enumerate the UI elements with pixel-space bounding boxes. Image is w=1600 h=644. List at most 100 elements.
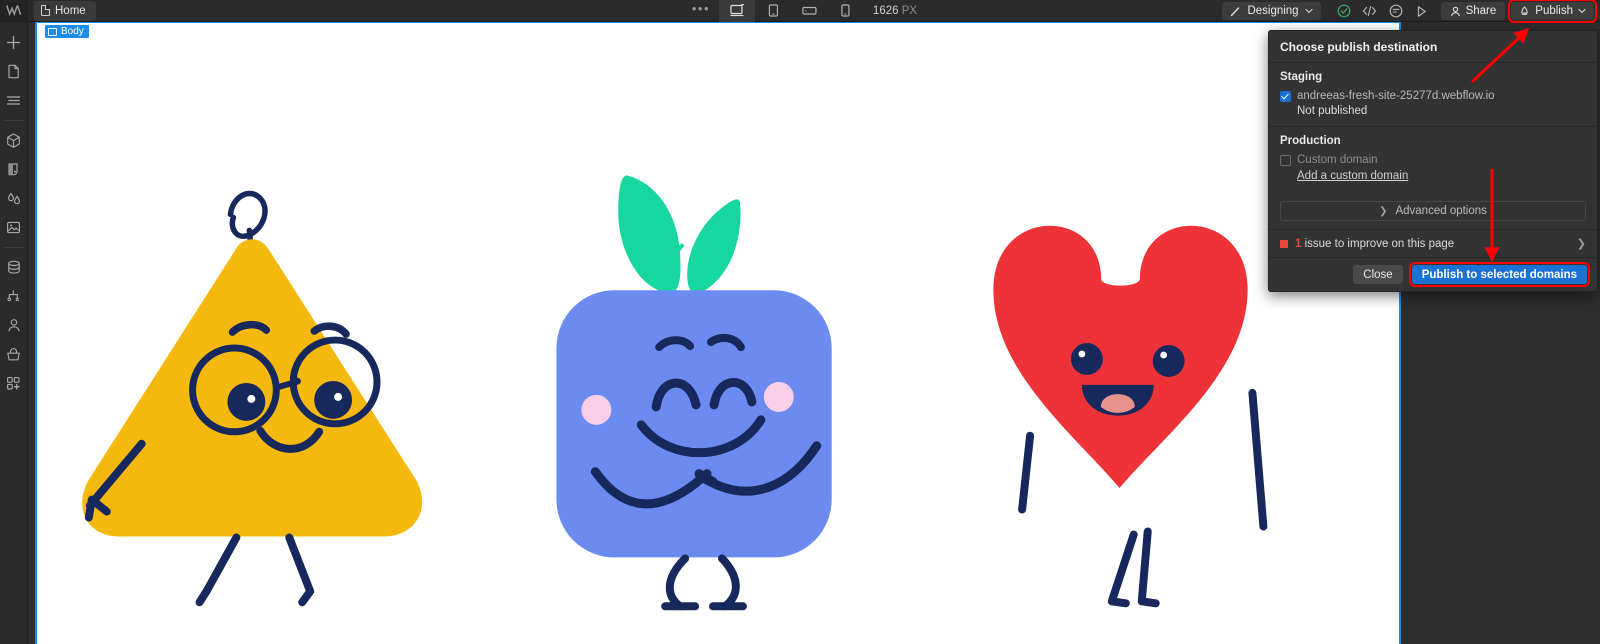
- right-leg: [1137, 527, 1160, 608]
- apps-button[interactable]: [0, 369, 28, 398]
- mode-label: Designing: [1247, 5, 1299, 17]
- preview-play-icon: [1417, 5, 1426, 17]
- publish-to-selected-domains-button[interactable]: Publish to selected domains: [1408, 262, 1591, 287]
- publish-button[interactable]: Publish: [1508, 0, 1597, 23]
- assets-button[interactable]: [0, 213, 28, 242]
- cms-button[interactable]: [0, 253, 28, 282]
- custom-domain-checkbox[interactable]: [1280, 155, 1291, 166]
- left-cheek: [581, 394, 612, 425]
- comment-icon: [1389, 4, 1402, 18]
- viewport-size-label: 1626 PX: [873, 5, 917, 17]
- left-arm: [1018, 431, 1035, 514]
- breakpoint-toolbar: ••• 1626 PX: [683, 0, 917, 22]
- right-cheek: [763, 381, 794, 412]
- style-manager-button[interactable]: [0, 155, 28, 184]
- advanced-options-button[interactable]: ❯ Advanced options: [1280, 201, 1586, 221]
- publish-label: Publish: [1535, 5, 1573, 17]
- right-eye-glint: [1160, 351, 1168, 359]
- webflow-designer-window: Home ••• 1626 PX Designing Share Publish…: [0, 0, 1600, 644]
- right-eye-glint: [334, 392, 343, 401]
- image-icon: [7, 221, 20, 234]
- logic-branch-icon: [7, 290, 19, 302]
- desktop-icon: [729, 4, 744, 17]
- production-section: Production Custom domain Add a custom do…: [1269, 126, 1597, 193]
- navigator-button[interactable]: [0, 86, 28, 115]
- publish-rocket-icon: [1521, 5, 1529, 15]
- layers-icon: [6, 96, 21, 105]
- ellipsis-icon: •••: [691, 1, 711, 16]
- left-eye-glint: [247, 394, 256, 403]
- share-button[interactable]: Share: [1440, 2, 1506, 20]
- selected-element-tag[interactable]: Body: [45, 25, 89, 38]
- illustration-canvas: [82, 175, 1268, 611]
- advanced-options-label: Advanced options: [1395, 205, 1487, 217]
- selected-element-label: Body: [61, 26, 84, 37]
- issue-indicator-icon: [1280, 239, 1288, 248]
- viewport-size-value: 1626: [872, 4, 899, 17]
- person-icon: [7, 319, 20, 332]
- left-sidebar-rail: [0, 22, 28, 644]
- right-arm: [1248, 388, 1268, 531]
- mobile-landscape-icon: [801, 6, 817, 15]
- chevron-right-icon: ❯: [1576, 238, 1586, 250]
- right-eye: [1152, 345, 1185, 377]
- check-circle-icon: [1337, 4, 1350, 18]
- tablet-breakpoint-button[interactable]: [755, 0, 791, 22]
- variables-button[interactable]: [0, 184, 28, 213]
- chevron-right-icon: ❯: [1379, 205, 1388, 217]
- body-box-icon: [48, 27, 57, 36]
- mobile-portrait-breakpoint-button[interactable]: [827, 0, 863, 22]
- left-leaf: [618, 175, 681, 293]
- users-button[interactable]: [0, 311, 28, 340]
- ecommerce-button[interactable]: [0, 340, 28, 369]
- add-element-button[interactable]: [0, 28, 28, 57]
- right-leg: [285, 533, 315, 607]
- webflow-logo-icon[interactable]: [0, 0, 28, 22]
- overflow-menu-button[interactable]: •••: [683, 0, 719, 22]
- comments-button[interactable]: [1383, 0, 1409, 22]
- page-issues-row[interactable]: 1 issue to improve on this page ❯: [1269, 229, 1597, 257]
- staging-domain-row[interactable]: andreeas-fresh-site-25277d.webflow.io: [1280, 90, 1586, 102]
- publish-status-button[interactable]: [1331, 0, 1357, 22]
- brush-icon: [1231, 6, 1240, 16]
- chevron-down-icon: [1578, 8, 1586, 14]
- person-icon: [1450, 6, 1460, 16]
- tablet-icon: [768, 4, 778, 17]
- components-button[interactable]: [0, 126, 28, 155]
- preview-button[interactable]: [1409, 0, 1435, 22]
- publish-panel-title: Choose publish destination: [1280, 40, 1438, 54]
- mobile-landscape-breakpoint-button[interactable]: [791, 0, 827, 22]
- apps-grid-icon: [7, 377, 20, 390]
- right-pupil: [314, 380, 353, 419]
- page-icon: [41, 5, 50, 16]
- code-icon: [1362, 5, 1377, 17]
- issue-text: 1 issue to improve on this page: [1295, 238, 1570, 250]
- mode-selector[interactable]: Designing: [1222, 2, 1321, 20]
- paint-icon: [7, 163, 18, 176]
- rail-divider: [3, 120, 24, 121]
- logic-button[interactable]: [0, 282, 28, 311]
- staging-heading: Staging: [1280, 71, 1323, 83]
- yellow-triangle-character: [82, 190, 423, 607]
- rail-divider: [3, 247, 24, 248]
- close-button[interactable]: Close: [1353, 265, 1403, 284]
- basket-icon: [7, 348, 20, 361]
- pages-button[interactable]: [0, 57, 28, 86]
- mobile-portrait-icon: [840, 4, 850, 17]
- legs: [665, 554, 740, 611]
- desktop-breakpoint-button[interactable]: [718, 0, 755, 22]
- page-tab-home[interactable]: Home: [34, 0, 96, 21]
- staging-domain-checkbox[interactable]: [1280, 91, 1291, 102]
- custom-domain-label: Custom domain: [1297, 154, 1378, 166]
- page-body-frame[interactable]: Body: [35, 22, 1401, 644]
- add-custom-domain-link[interactable]: Add a custom domain: [1297, 170, 1408, 182]
- custom-domain-row[interactable]: Custom domain: [1280, 154, 1586, 166]
- viewport-size-unit: PX: [901, 4, 918, 17]
- code-export-button[interactable]: [1357, 0, 1383, 22]
- left-leg: [1107, 530, 1138, 608]
- left-leg: [195, 533, 241, 607]
- staging-section: Staging andreeas-fresh-site-25277d.webfl…: [1269, 62, 1597, 126]
- page-tab-label: Home: [55, 4, 86, 17]
- publish-destination-panel: Choose publish destination Staging andre…: [1268, 30, 1598, 292]
- page-icon: [8, 64, 19, 79]
